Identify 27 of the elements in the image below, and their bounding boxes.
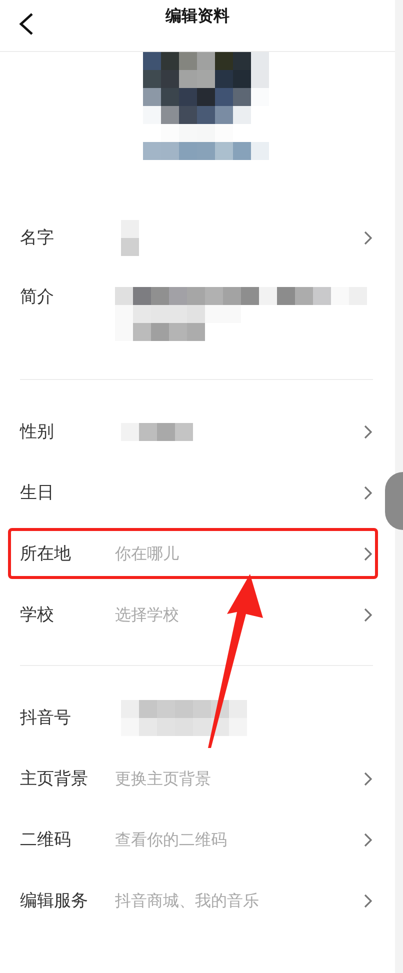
side-handle[interactable] <box>385 472 403 530</box>
row-label: 抖音号 <box>19 708 72 728</box>
row-label: 性别 <box>18 422 55 442</box>
chevron-icon[interactable] <box>363 546 373 562</box>
chevron-icon[interactable] <box>363 484 373 500</box>
chevron-icon[interactable] <box>363 832 373 848</box>
row-label: 学校 <box>19 604 55 624</box>
chevron-icon[interactable] <box>363 892 373 908</box>
chevron-icon[interactable] <box>363 424 373 440</box>
row-label: 名字 <box>19 228 55 248</box>
mosaic-drawing <box>121 220 139 256</box>
row-label: 编辑服务 <box>19 890 89 910</box>
placeholder-text: 更换主页背景 <box>115 768 211 788</box>
row-label: 主页背景 <box>19 768 89 788</box>
placeholder-text: 查看你的二维码 <box>115 830 227 850</box>
page-title: 编辑资料 <box>166 6 230 27</box>
placeholder-text: 选择学校 <box>115 604 179 624</box>
placeholder-text: 抖音商城、我的音乐 <box>115 890 259 910</box>
chevron-icon[interactable] <box>363 606 373 622</box>
chevron-icon[interactable] <box>363 770 373 786</box>
row-label: 生日 <box>19 482 55 502</box>
mosaic-drawing <box>121 422 193 440</box>
row-label: 二维码 <box>19 830 72 850</box>
placeholder-text: 你在哪儿 <box>115 544 179 564</box>
row-label: 简介 <box>19 287 55 307</box>
row-label: 所在地 <box>19 544 72 564</box>
chevron-icon[interactable] <box>363 230 373 246</box>
